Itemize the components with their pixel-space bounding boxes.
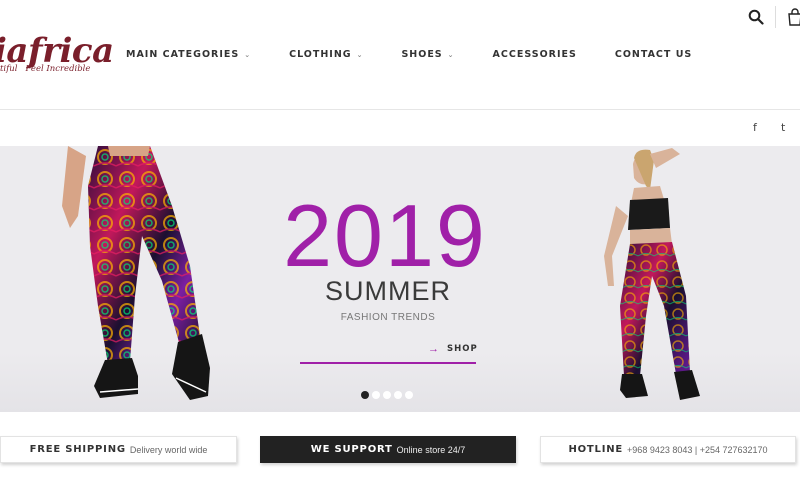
arrow-right-icon: → [428,343,439,355]
chevron-down-icon: ⌄ [447,50,455,59]
shop-button[interactable]: → SHOP [300,340,478,364]
slider-dot-2[interactable] [372,391,380,399]
feature-subtitle: Online store 24/7 [396,444,466,455]
chevron-down-icon: ⌄ [356,50,364,59]
logo-tagline: tiful Feel Incredible [0,64,98,74]
twitter-icon[interactable]: t [781,121,785,134]
hero-slider[interactable]: 2019 SUMMER FASHION TRENDS → SHOP [0,146,800,412]
nav-label: MAIN CATEGORIES [126,49,240,60]
facebook-icon[interactable]: f [753,121,757,134]
nav-label: CONTACT US [614,49,693,60]
slider-dot-1[interactable] [361,391,369,399]
logo-tagline-right: Feel Incredible [25,64,91,74]
nav-label: ACCESSORIES [492,49,577,60]
cart-icon[interactable] [786,8,800,26]
feature-hotline: HOTLINE +968 9423 8043 | +254 727632170 [540,436,796,463]
logo-tagline-left: tiful [0,64,18,74]
nav-label: CLOTHING [289,49,352,60]
hero-subtitle: FASHION TRENDS [340,312,436,323]
feature-free-shipping: FREE SHIPPING Delivery world wide [0,436,237,463]
header-divider [775,6,776,28]
nav-accessories[interactable]: ACCESSORIES [493,49,577,60]
feature-we-support: WE SUPPORT Online store 24/7 [260,436,516,463]
chevron-down-icon: ⌄ [244,50,252,59]
nav-main-categories[interactable]: MAIN CATEGORIES ⌄ [126,49,251,60]
slider-dot-3[interactable] [383,391,391,399]
feature-title: FREE SHIPPING [29,444,126,455]
search-icon[interactable] [748,9,764,25]
feature-subtitle: Delivery world wide [129,444,208,455]
shop-button-label: SHOP [447,344,478,354]
slider-dot-5[interactable] [405,391,413,399]
nav-shoes[interactable]: SHOES ⌄ [401,49,454,60]
feature-title: HOTLINE [568,444,624,455]
hero-year: 2019 [283,186,487,285]
feature-title: WE SUPPORT [310,444,393,455]
nav-contact-us[interactable]: CONTACT US [615,49,692,60]
nav-clothing[interactable]: CLOTHING ⌄ [289,49,363,60]
social-bar [0,110,800,146]
site-logo[interactable]: iafrica tiful Feel Incredible [0,31,114,74]
logo-wordmark: iafrica [0,31,114,71]
feature-subtitle: +968 9423 8043 | +254 727632170 [627,444,768,455]
slider-dots [361,391,413,399]
slider-dot-4[interactable] [394,391,402,399]
main-nav: MAIN CATEGORIES ⌄ CLOTHING ⌄ SHOES ⌄ ACC… [126,49,730,60]
nav-label: SHOES [401,49,443,60]
hero-title: SUMMER [325,276,451,306]
site-header: iafrica tiful Feel Incredible MAIN CATEGO… [0,0,800,110]
